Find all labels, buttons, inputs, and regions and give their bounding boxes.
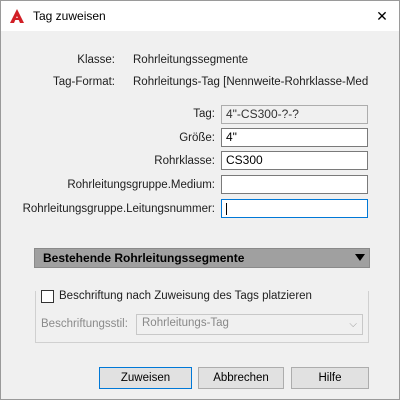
cancel-button[interactable]: Abbrechen xyxy=(198,367,284,389)
medium-label: Rohrleitungsgruppe.Medium: xyxy=(67,179,215,191)
groesse-label: Größe: xyxy=(179,132,215,144)
klasse-label: Klasse: xyxy=(77,54,115,66)
text-caret xyxy=(226,203,227,215)
window-title: Tag zuweisen xyxy=(33,9,106,23)
autocad-logo-icon xyxy=(10,9,24,23)
tag-format-value: Rohrleitungs-Tag [Nennweite-Rohrklasse-M… xyxy=(133,76,369,88)
tag-field: 4"-CS300-?-? xyxy=(221,105,368,124)
close-icon[interactable]: ✕ xyxy=(371,5,393,27)
klasse-value: Rohrleitungssegmente xyxy=(133,54,249,66)
tag-format-label: Tag-Format: xyxy=(53,76,115,88)
annotation-style-label: Beschriftungsstil: xyxy=(41,318,128,330)
rohrklasse-field[interactable]: CS300 xyxy=(221,151,368,170)
existing-segments-section[interactable]: Bestehende Rohrleitungssegmente xyxy=(34,248,370,268)
help-button[interactable]: Hilfe xyxy=(291,367,369,389)
groesse-field[interactable]: 4" xyxy=(221,128,368,147)
leitungsnummer-field[interactable] xyxy=(221,199,368,218)
annotation-style-value: Rohrleitungs-Tag xyxy=(142,317,229,329)
section-title: Bestehende Rohrleitungssegmente xyxy=(43,251,245,265)
medium-field[interactable] xyxy=(221,175,368,194)
leitungsnummer-label: Rohrleitungsgruppe.Leitungsnummer: xyxy=(22,203,215,215)
place-annotation-checkbox[interactable] xyxy=(41,290,54,303)
chevron-down-icon: ⌵ xyxy=(349,319,357,330)
triangle-down-icon[interactable] xyxy=(355,254,365,261)
place-annotation-label[interactable]: Beschriftung nach Zuweisung des Tags pla… xyxy=(59,290,316,302)
annotation-style-select[interactable]: Rohrleitungs-Tag ⌵ xyxy=(136,314,363,335)
assign-button[interactable]: Zuweisen xyxy=(99,367,192,389)
tag-assign-dialog: Tag zuweisen ✕ Klasse: Rohrleitungssegme… xyxy=(0,0,400,400)
tag-label: Tag: xyxy=(193,108,215,120)
rohrklasse-label: Rohrklasse: xyxy=(154,155,215,167)
title-bar[interactable]: Tag zuweisen ✕ xyxy=(1,1,399,31)
